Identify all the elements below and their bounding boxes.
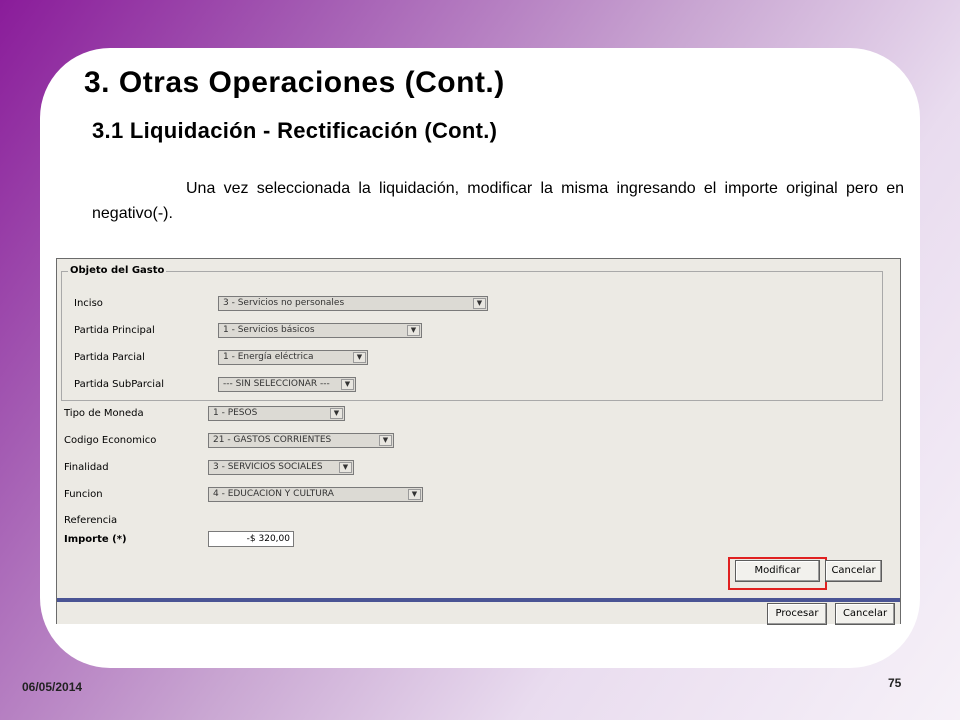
codigo-economico-label: Codigo Economico <box>64 435 157 446</box>
partida-parcial-label: Partida Parcial <box>74 352 145 363</box>
importe-input[interactable]: -$ 320,00 <box>208 531 294 547</box>
slide-title: 3. Otras Operaciones (Cont.) <box>84 66 505 99</box>
importe-label: Importe (*) <box>64 534 127 545</box>
partida-parcial-select[interactable]: 1 - Energía eléctrica ▼ <box>218 350 368 365</box>
inciso-label: Inciso <box>74 298 103 309</box>
finalidad-select[interactable]: 3 - SERVICIOS SOCIALES ▼ <box>208 460 354 475</box>
finalidad-label: Finalidad <box>64 462 109 473</box>
partida-subparcial-select[interactable]: --- SIN SELECCIONAR --- ▼ <box>218 377 356 392</box>
cancelar-button[interactable]: Cancelar <box>825 560 882 582</box>
tipo-moneda-label: Tipo de Moneda <box>64 408 144 419</box>
funcion-select[interactable]: 4 - EDUCACION Y CULTURA ▼ <box>208 487 423 502</box>
slide-date: 06/05/2014 <box>22 680 83 694</box>
tipo-moneda-value: 1 - PESOS <box>213 408 258 418</box>
codigo-economico-value: 21 - GASTOS CORRIENTES <box>213 435 332 445</box>
partida-parcial-value: 1 - Energía eléctrica <box>223 352 314 362</box>
chevron-down-icon[interactable]: ▼ <box>379 435 392 446</box>
chevron-down-icon[interactable]: ▼ <box>341 379 354 390</box>
chevron-down-icon[interactable]: ▼ <box>473 298 486 309</box>
form-screenshot: Objeto del Gasto Inciso 3 - Servicios no… <box>56 258 901 625</box>
funcion-label: Funcion <box>64 489 103 500</box>
partida-principal-label: Partida Principal <box>74 325 155 336</box>
chevron-down-icon[interactable]: ▼ <box>339 462 352 473</box>
cancelar-footer-button[interactable]: Cancelar <box>835 603 895 625</box>
partida-principal-select[interactable]: 1 - Servicios básicos ▼ <box>218 323 422 338</box>
procesar-button[interactable]: Procesar <box>767 603 827 625</box>
inciso-value: 3 - Servicios no personales <box>223 298 345 308</box>
chevron-down-icon[interactable]: ▼ <box>330 408 343 419</box>
partida-subparcial-value: --- SIN SELECCIONAR --- <box>223 379 330 389</box>
page-number: 75 <box>888 676 902 690</box>
inciso-select[interactable]: 3 - Servicios no personales ▼ <box>218 296 488 311</box>
codigo-economico-select[interactable]: 21 - GASTOS CORRIENTES ▼ <box>208 433 394 448</box>
tipo-moneda-select[interactable]: 1 - PESOS ▼ <box>208 406 345 421</box>
modificar-button[interactable]: Modificar <box>735 560 820 582</box>
group-title: Objeto del Gasto <box>68 265 167 276</box>
funcion-value: 4 - EDUCACION Y CULTURA <box>213 489 334 499</box>
slide-subtitle: 3.1 Liquidación - Rectificación (Cont.) <box>92 118 498 143</box>
partida-subparcial-label: Partida SubParcial <box>74 379 164 390</box>
instruction-paragraph: Una vez seleccionada la liquidación, mod… <box>92 180 904 222</box>
referencia-label: Referencia <box>64 515 118 526</box>
chevron-down-icon[interactable]: ▼ <box>407 325 420 336</box>
objeto-del-gasto-group: Objeto del Gasto Inciso 3 - Servicios no… <box>61 265 883 401</box>
chevron-down-icon[interactable]: ▼ <box>353 352 366 363</box>
finalidad-value: 3 - SERVICIOS SOCIALES <box>213 462 323 472</box>
partida-principal-value: 1 - Servicios básicos <box>223 325 315 335</box>
chevron-down-icon[interactable]: ▼ <box>408 489 421 500</box>
